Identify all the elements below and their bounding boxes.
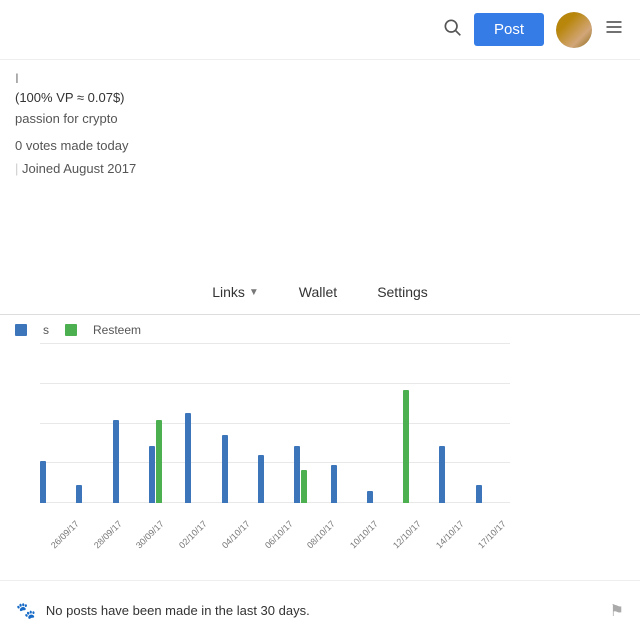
x-label: 06/10/17	[260, 516, 299, 555]
header: Post	[0, 0, 640, 60]
x-label: 30/09/17	[132, 516, 171, 555]
chart-section: s Resteem 26/09/1728/09/1730/09/1702/10/…	[0, 315, 520, 580]
posts-legend-label: s	[43, 323, 49, 337]
bar-blue	[331, 465, 337, 503]
search-icon[interactable]	[442, 17, 462, 42]
x-label: 02/10/17	[174, 516, 213, 555]
bar-blue	[476, 485, 482, 503]
bar-blue	[367, 491, 373, 503]
votes-today: 0 votes made today	[15, 138, 235, 153]
bar-blue	[294, 446, 300, 503]
x-label: 17/10/17	[474, 516, 513, 555]
chart-x-labels: 26/09/1728/09/1730/09/1702/10/1704/10/17…	[40, 503, 510, 543]
bar-chart: 26/09/1728/09/1730/09/1702/10/1704/10/17…	[10, 343, 510, 543]
wallet-label: Wallet	[299, 284, 337, 300]
footer-text: No posts have been made in the last 30 d…	[46, 603, 310, 618]
bar-green	[301, 470, 307, 503]
chart-legend: s Resteem	[10, 323, 510, 337]
bar-group	[403, 390, 437, 503]
x-label: 26/09/17	[46, 516, 85, 555]
bar-group	[40, 461, 74, 503]
bar-group	[258, 455, 292, 503]
x-label: 12/10/17	[388, 516, 427, 555]
post-button[interactable]: Post	[474, 13, 544, 46]
tab-settings[interactable]: Settings	[373, 276, 432, 308]
footer-section: 🐾 No posts have been made in the last 30…	[0, 580, 640, 640]
bar-blue	[258, 455, 264, 503]
settings-label: Settings	[377, 284, 428, 300]
tab-wallet[interactable]: Wallet	[295, 276, 341, 308]
bar-group	[149, 420, 183, 503]
voting-power: (100% VP ≈ 0.07$)	[15, 90, 235, 105]
bar-green	[403, 390, 409, 503]
paw-icon: 🐾	[16, 601, 36, 621]
bar-group	[113, 420, 147, 503]
bar-blue	[113, 420, 119, 503]
resteem-legend-dot	[65, 324, 77, 336]
avatar[interactable]	[556, 12, 592, 48]
chevron-down-icon: ▼	[249, 287, 259, 298]
tab-links[interactable]: Links ▼	[208, 276, 263, 308]
profile-info: I (100% VP ≈ 0.07$) passion for crypto 0…	[0, 60, 250, 186]
posts-legend-dot	[15, 324, 27, 336]
bar-blue	[222, 435, 228, 503]
bar-blue	[149, 446, 155, 503]
avatar-image	[556, 12, 592, 48]
bar-green	[156, 420, 162, 503]
bar-group	[331, 465, 365, 503]
links-label: Links	[212, 284, 245, 300]
bar-group	[439, 446, 473, 503]
menu-icon[interactable]	[604, 17, 624, 43]
bar-blue	[76, 485, 82, 503]
x-label: 14/10/17	[431, 516, 470, 555]
x-label: 04/10/17	[217, 516, 256, 555]
bar-group	[476, 485, 510, 503]
bar-blue	[185, 413, 191, 503]
x-label: 28/09/17	[89, 516, 128, 555]
join-date: Joined August 2017	[15, 161, 235, 176]
bar-group	[294, 446, 328, 503]
bar-group	[76, 485, 110, 503]
bar-group	[367, 491, 401, 503]
flag-icon[interactable]: ⚑	[610, 601, 624, 621]
x-label: 10/10/17	[345, 516, 384, 555]
chart-bars	[40, 343, 510, 503]
x-label: 08/10/17	[303, 516, 342, 555]
resteem-legend-label: Resteem	[93, 323, 141, 337]
bar-blue	[40, 461, 46, 503]
bar-group	[222, 435, 256, 503]
cursor-indicator: I	[15, 70, 235, 86]
bar-blue	[439, 446, 445, 503]
nav-tabs: Links ▼ Wallet Settings	[0, 270, 640, 315]
bar-group	[185, 413, 219, 503]
bio-text: passion for crypto	[15, 111, 235, 126]
